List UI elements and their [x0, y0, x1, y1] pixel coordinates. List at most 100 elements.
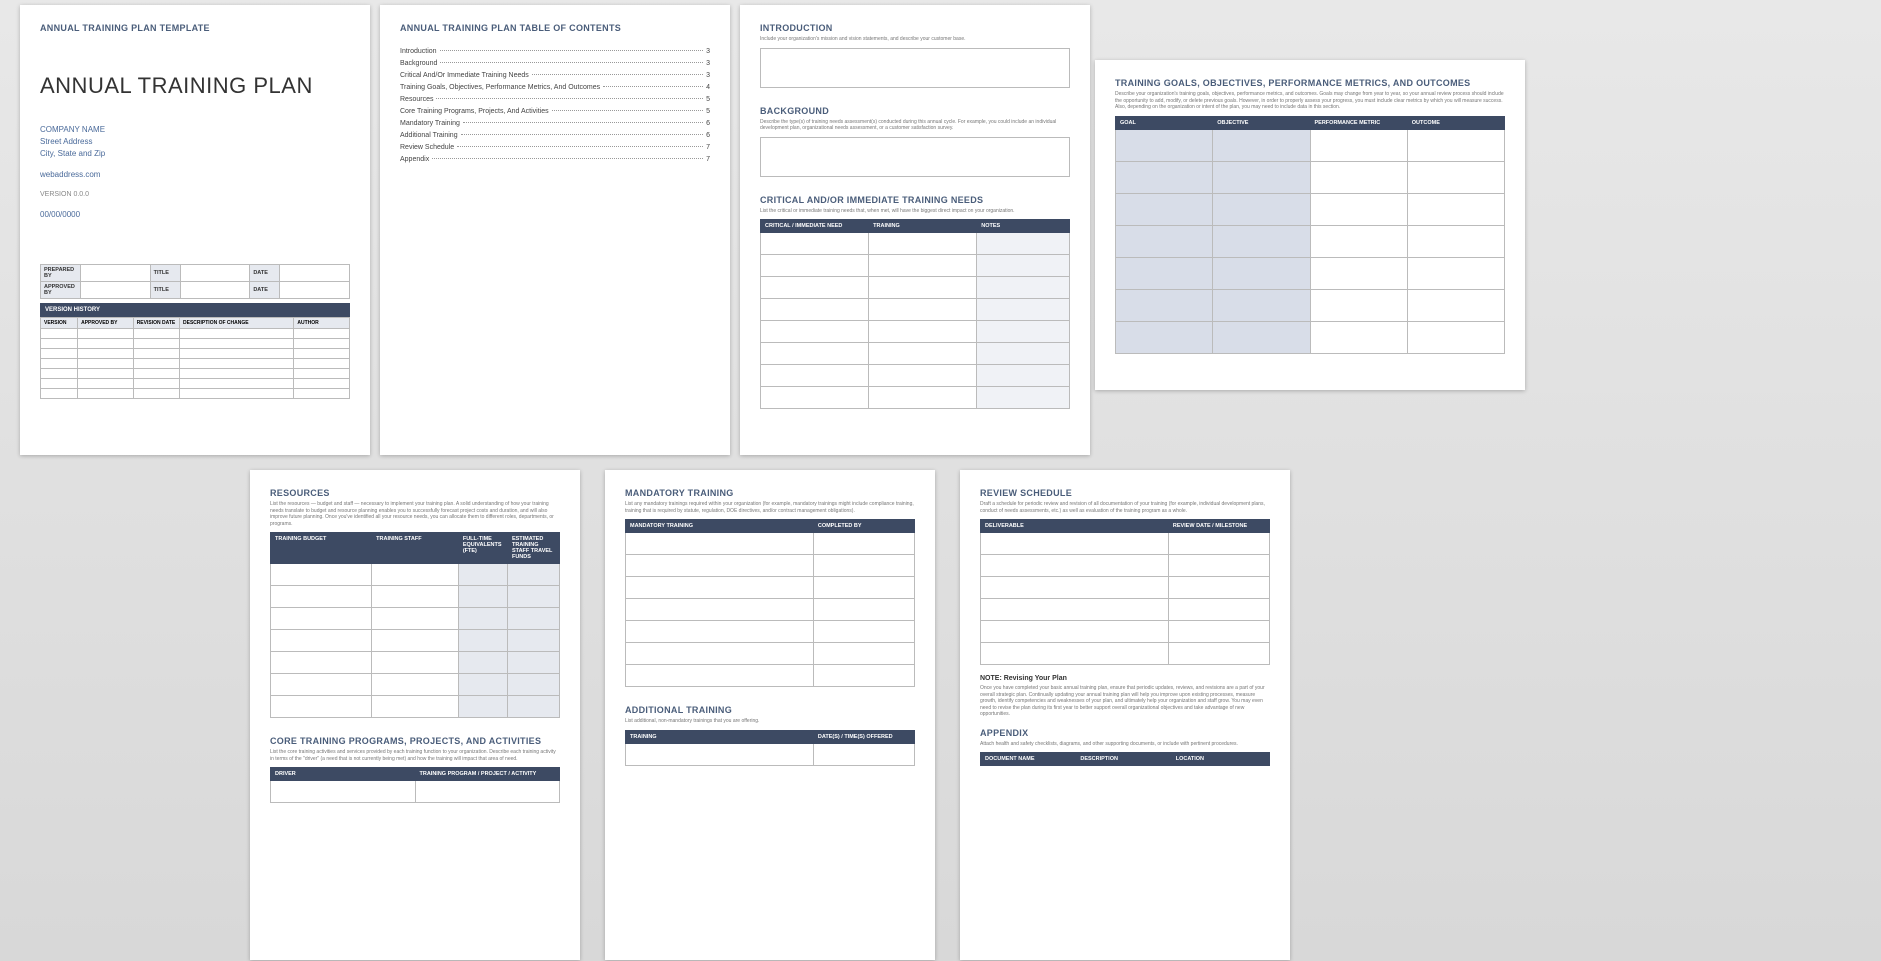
approved-by-value — [81, 282, 151, 299]
toc-item-page: 3 — [706, 60, 710, 67]
date-value-2 — [280, 282, 350, 299]
critical-desc: List the critical or immediate training … — [760, 208, 1070, 215]
note-heading: NOTE: Revising Your Plan — [980, 675, 1270, 682]
crit-col-training: TRAINING — [869, 220, 977, 233]
toc-item: Training Goals, Objectives, Performance … — [400, 84, 710, 91]
mandatory-desc: List any mandatory trainings required wi… — [625, 501, 915, 514]
review-heading: REVIEW SCHEDULE — [980, 488, 1270, 498]
date-label-2: DATE — [250, 282, 280, 299]
vh-col-approved: APPROVED BY — [78, 318, 134, 329]
title-label-1: TITLE — [150, 265, 180, 282]
toc-dots — [603, 86, 703, 87]
toc-item: Mandatory Training 6 — [400, 120, 710, 127]
title-value-1 — [180, 265, 250, 282]
company-name: COMPANY NAME — [40, 124, 350, 136]
toc-item: Additional Training 6 — [400, 132, 710, 139]
title-label-2: TITLE — [150, 282, 180, 299]
app-col-docname: DOCUMENT NAME — [981, 753, 1076, 766]
page-6-mandatory: MANDATORY TRAINING List any mandatory tr… — [605, 470, 935, 960]
toc-dots — [440, 50, 704, 51]
toc-dots — [552, 110, 703, 111]
toc-item-label: Appendix — [400, 156, 429, 163]
toc-item-page: 6 — [706, 132, 710, 139]
page-7-review: REVIEW SCHEDULE Draft a schedule for per… — [960, 470, 1290, 960]
rev-col-deliverable: DELIVERABLE — [981, 520, 1169, 533]
template-header: ANNUAL TRAINING PLAN TEMPLATE — [40, 23, 350, 33]
toc-item: Appendix 7 — [400, 156, 710, 163]
mand-col-completed: COMPLETED BY — [813, 520, 914, 533]
mandatory-table: MANDATORY TRAINING COMPLETED BY — [625, 519, 915, 687]
resources-desc: List the resources — budget and staff — … — [270, 501, 560, 527]
critical-table: CRITICAL / IMMEDIATE NEED TRAINING NOTES — [760, 219, 1070, 409]
background-textbox — [760, 137, 1070, 177]
intro-textbox — [760, 48, 1070, 88]
add-col-dates: DATE(S) / TIME(S) OFFERED — [813, 730, 914, 743]
goals-col-metric: PERFORMANCE METRIC — [1310, 116, 1407, 129]
vh-col-version: VERSION — [41, 318, 78, 329]
crit-col-notes: NOTES — [977, 220, 1070, 233]
vh-col-desc: DESCRIPTION OF CHANGE — [180, 318, 294, 329]
additional-heading: ADDITIONAL TRAINING — [625, 705, 915, 715]
goals-col-outcome: OUTCOME — [1407, 116, 1504, 129]
web-address: webaddress.com — [40, 170, 350, 179]
approved-by-label: APPROVED BY — [41, 282, 81, 299]
goals-heading: TRAINING GOALS, OBJECTIVES, PERFORMANCE … — [1115, 78, 1505, 88]
appendix-table: DOCUMENT NAME DESCRIPTION LOCATION — [980, 752, 1270, 766]
toc-item-label: Mandatory Training — [400, 120, 460, 127]
res-col-budget: TRAINING BUDGET — [271, 533, 372, 564]
rev-col-milestone: REVIEW DATE / MILESTONE — [1168, 520, 1269, 533]
toc-dots — [463, 122, 703, 123]
goals-col-objective: OBJECTIVE — [1213, 116, 1310, 129]
toc-item-page: 3 — [706, 48, 710, 55]
vh-col-revdate: REVISION DATE — [133, 318, 179, 329]
page-4-goals: TRAINING GOALS, OBJECTIVES, PERFORMANCE … — [1095, 60, 1525, 390]
toc-dots — [461, 134, 704, 135]
document-title: ANNUAL TRAINING PLAN — [40, 73, 350, 99]
mand-col-training: MANDATORY TRAINING — [626, 520, 814, 533]
title-value-2 — [180, 282, 250, 299]
toc-title: ANNUAL TRAINING PLAN TABLE OF CONTENTS — [400, 23, 710, 33]
add-col-training: TRAINING — [626, 730, 814, 743]
page-5-resources: RESOURCES List the resources — budget an… — [250, 470, 580, 960]
page-3-intro: INTRODUCTION Include your organization's… — [740, 5, 1090, 455]
version-history-table: VERSION APPROVED BY REVISION DATE DESCRI… — [40, 317, 350, 399]
toc-item-label: Background — [400, 60, 437, 67]
core-heading: CORE TRAINING PROGRAMS, PROJECTS, AND AC… — [270, 736, 560, 746]
mandatory-heading: MANDATORY TRAINING — [625, 488, 915, 498]
toc-item-page: 7 — [706, 156, 710, 163]
version-history-header: VERSION HISTORY — [40, 303, 350, 317]
toc-item: Review Schedule 7 — [400, 144, 710, 151]
vh-col-author: AUTHOR — [294, 318, 350, 329]
toc-item: Core Training Programs, Projects, And Ac… — [400, 108, 710, 115]
toc-item: Background 3 — [400, 60, 710, 67]
res-col-travel: ESTIMATED TRAINING STAFF TRAVEL FUNDS — [507, 533, 559, 564]
review-desc: Draft a schedule for periodic review and… — [980, 501, 1270, 514]
toc-item: Critical And/Or Immediate Training Needs… — [400, 72, 710, 79]
toc-item-label: Review Schedule — [400, 144, 454, 151]
intro-heading: INTRODUCTION — [760, 23, 1070, 33]
goals-desc: Describe your organization's training go… — [1115, 91, 1505, 111]
background-desc: Describe the type(s) of training needs a… — [760, 119, 1070, 132]
goals-table: GOAL OBJECTIVE PERFORMANCE METRIC OUTCOM… — [1115, 116, 1505, 354]
core-col-driver: DRIVER — [271, 768, 416, 781]
core-col-program: TRAINING PROGRAM / PROJECT / ACTIVITY — [415, 768, 560, 781]
note-desc: Once you have completed your basic annua… — [980, 685, 1270, 718]
toc-item-label: Introduction — [400, 48, 437, 55]
toc-item-page: 6 — [706, 120, 710, 127]
background-heading: BACKGROUND — [760, 106, 1070, 116]
toc-item-page: 7 — [706, 144, 710, 151]
critical-heading: CRITICAL AND/OR IMMEDIATE TRAINING NEEDS — [760, 195, 1070, 205]
toc-item-label: Training Goals, Objectives, Performance … — [400, 84, 600, 91]
res-col-staff: TRAINING STAFF — [372, 533, 459, 564]
resources-table: TRAINING BUDGET TRAINING STAFF FULL-TIME… — [270, 532, 560, 718]
res-col-fte: FULL-TIME EQUIVALENTS (FTE) — [458, 533, 507, 564]
city-state-zip: City, State and Zip — [40, 148, 350, 160]
appendix-heading: APPENDIX — [980, 728, 1270, 738]
toc-dots — [432, 158, 703, 159]
toc-item: Resources5 — [400, 96, 710, 103]
toc-item-label: Additional Training — [400, 132, 458, 139]
toc-item-page: 5 — [706, 96, 710, 103]
toc-item: Introduction 3 — [400, 48, 710, 55]
appendix-desc: Attach health and safety checklists, dia… — [980, 741, 1270, 748]
intro-desc: Include your organization's mission and … — [760, 36, 1070, 43]
